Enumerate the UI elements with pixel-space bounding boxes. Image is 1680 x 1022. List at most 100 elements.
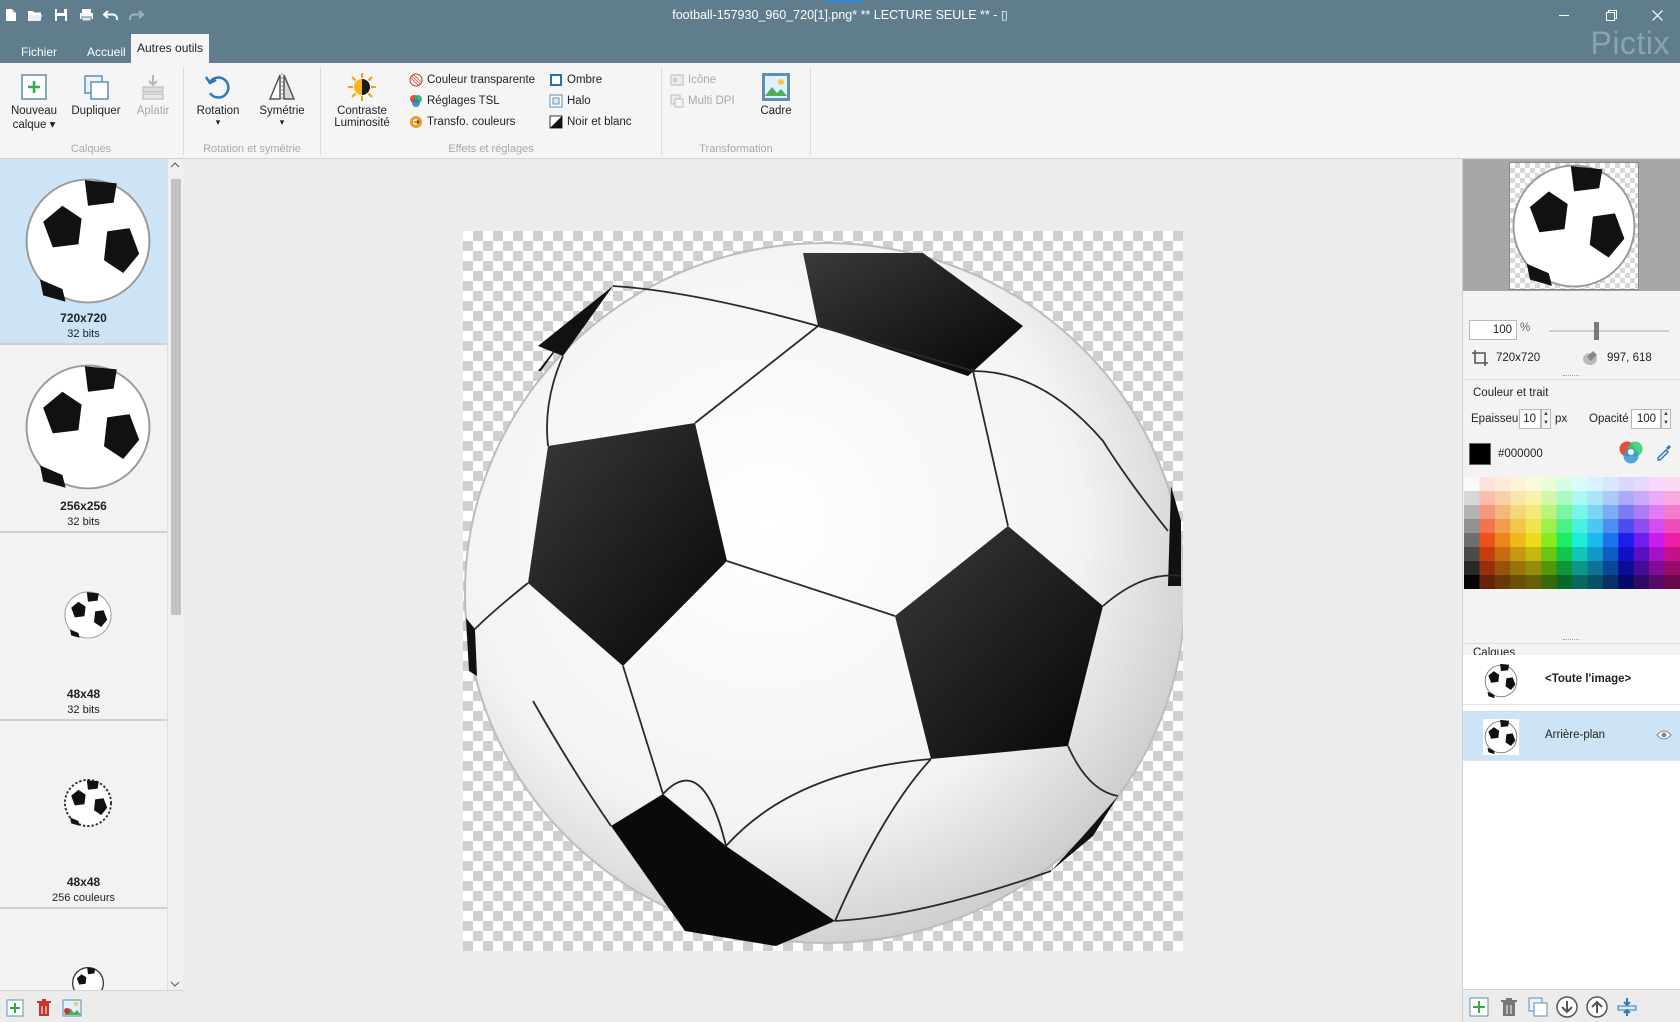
palette-swatch[interactable]	[1633, 575, 1650, 589]
palette-swatch[interactable]	[1618, 533, 1635, 548]
symmetry-button[interactable]: Symétrie ▾	[251, 71, 313, 128]
palette-swatch[interactable]	[1649, 547, 1665, 562]
palette-swatch[interactable]	[1541, 519, 1557, 534]
palette-swatch[interactable]	[1649, 519, 1665, 534]
current-color-swatch[interactable]	[1469, 443, 1491, 465]
palette-swatch[interactable]	[1587, 561, 1604, 576]
palette-swatch[interactable]	[1618, 505, 1635, 520]
palette-swatch[interactable]	[1479, 575, 1496, 589]
palette-swatch[interactable]	[1633, 533, 1650, 548]
palette-swatch[interactable]	[1464, 561, 1480, 576]
new-layer-button[interactable]: Nouveau calque ▾	[4, 71, 64, 131]
palette-swatch[interactable]	[1510, 505, 1527, 520]
palette-swatch[interactable]	[1556, 575, 1573, 589]
palette-swatch[interactable]	[1525, 491, 1542, 506]
palette-swatch[interactable]	[1587, 547, 1604, 562]
palette-swatch[interactable]	[1572, 505, 1588, 520]
palette-swatch[interactable]	[1602, 533, 1619, 548]
frame-button[interactable]: Cadre	[752, 71, 800, 117]
palette-swatch[interactable]	[1587, 505, 1604, 520]
palette-swatch[interactable]	[1479, 505, 1496, 520]
palette-swatch[interactable]	[1494, 519, 1511, 534]
palette-swatch[interactable]	[1479, 519, 1496, 534]
palette-swatch[interactable]	[1618, 477, 1635, 492]
palette-swatch[interactable]	[1510, 561, 1527, 576]
thumbnails-scrollbar[interactable]	[167, 159, 183, 990]
tab-autres-outils[interactable]: Autres outils	[131, 34, 210, 63]
palette-swatch[interactable]	[1618, 491, 1635, 506]
palette-swatch[interactable]	[1572, 491, 1588, 506]
duplicate-layer-icon[interactable]	[1526, 996, 1550, 1018]
palette-swatch[interactable]	[1541, 477, 1557, 492]
palette-swatch[interactable]	[1541, 505, 1557, 520]
palette-swatch[interactable]	[1664, 477, 1680, 492]
palette-swatch[interactable]	[1618, 575, 1635, 589]
palette-swatch[interactable]	[1525, 533, 1542, 548]
palette-swatch[interactable]	[1633, 561, 1650, 576]
palette-swatch[interactable]	[1556, 477, 1573, 492]
palette-swatch[interactable]	[1572, 519, 1588, 534]
layer-row-all[interactable]: <Toute l'image>	[1463, 655, 1680, 705]
palette-swatch[interactable]	[1572, 561, 1588, 576]
move-layer-up-icon[interactable]	[1585, 996, 1609, 1018]
palette-swatch[interactable]	[1633, 505, 1650, 520]
palette-swatch[interactable]	[1649, 491, 1665, 506]
palette-swatch[interactable]	[1525, 575, 1542, 589]
tab-fichier[interactable]: Fichier	[15, 41, 63, 63]
palette-swatch[interactable]	[1649, 533, 1665, 548]
palette-swatch[interactable]	[1525, 477, 1542, 492]
halo-button[interactable]: Halo	[548, 92, 591, 110]
palette-swatch[interactable]	[1494, 561, 1511, 576]
palette-swatch[interactable]	[1494, 547, 1511, 562]
palette-swatch[interactable]	[1664, 575, 1680, 589]
add-layer-icon[interactable]	[1467, 996, 1491, 1018]
palette-swatch[interactable]	[1587, 533, 1604, 548]
palette-swatch[interactable]	[1556, 505, 1573, 520]
transparent-color-button[interactable]: Couleur transparente	[408, 71, 535, 89]
palette-swatch[interactable]	[1510, 533, 1527, 548]
palette-swatch[interactable]	[1572, 533, 1588, 548]
palette-swatch[interactable]	[1479, 477, 1496, 492]
visibility-eye-icon[interactable]	[1656, 729, 1672, 744]
thickness-input[interactable]: 10	[1519, 409, 1541, 429]
thumbnail-item[interactable]: 48x48 32 bits	[0, 535, 167, 721]
palette-swatch[interactable]	[1602, 519, 1619, 534]
palette-swatch[interactable]	[1556, 491, 1573, 506]
palette-swatch[interactable]	[1510, 519, 1527, 534]
palette-swatch[interactable]	[1664, 519, 1680, 534]
palette-swatch[interactable]	[1464, 547, 1480, 562]
tab-accueil[interactable]: Accueil	[81, 41, 132, 63]
palette-swatch[interactable]	[1494, 575, 1511, 589]
palette-swatch[interactable]	[1541, 547, 1557, 562]
add-format-icon[interactable]	[5, 998, 25, 1018]
contrast-brightness-button[interactable]: Contraste Luminosité	[332, 71, 392, 129]
image-canvas[interactable]	[463, 231, 1186, 951]
palette-swatch[interactable]	[1525, 519, 1542, 534]
color-transform-button[interactable]: Transfo. couleurs	[408, 113, 515, 131]
palette-swatch[interactable]	[1633, 491, 1650, 506]
palette-swatch[interactable]	[1572, 547, 1588, 562]
palette-swatch[interactable]	[1464, 519, 1480, 534]
delete-format-icon[interactable]	[34, 998, 54, 1018]
rotation-button[interactable]: Rotation ▾	[190, 71, 246, 128]
palette-swatch[interactable]	[1664, 505, 1680, 520]
palette-swatch[interactable]	[1618, 561, 1635, 576]
splitter-grip[interactable]	[1563, 639, 1579, 641]
palette-swatch[interactable]	[1541, 575, 1557, 589]
thumbnail-item[interactable]: 720x720 32 bits	[0, 159, 167, 345]
zoom-slider-handle[interactable]	[1594, 322, 1599, 340]
eyedropper-icon[interactable]	[1655, 443, 1673, 464]
merge-layers-icon[interactable]	[1615, 996, 1639, 1018]
duplicate-button[interactable]: Dupliquer	[68, 71, 124, 117]
palette-swatch[interactable]	[1464, 533, 1480, 548]
palette-swatch[interactable]	[1602, 561, 1619, 576]
palette-swatch[interactable]	[1479, 561, 1496, 576]
palette-swatch[interactable]	[1525, 561, 1542, 576]
palette-swatch[interactable]	[1464, 575, 1480, 589]
palette-swatch[interactable]	[1572, 575, 1588, 589]
palette-swatch[interactable]	[1464, 491, 1480, 506]
palette-swatch[interactable]	[1602, 575, 1619, 589]
opacity-stepper[interactable]: ▲ ▼	[1661, 409, 1671, 429]
minimize-button[interactable]	[1541, 0, 1587, 31]
palette-swatch[interactable]	[1649, 477, 1665, 492]
